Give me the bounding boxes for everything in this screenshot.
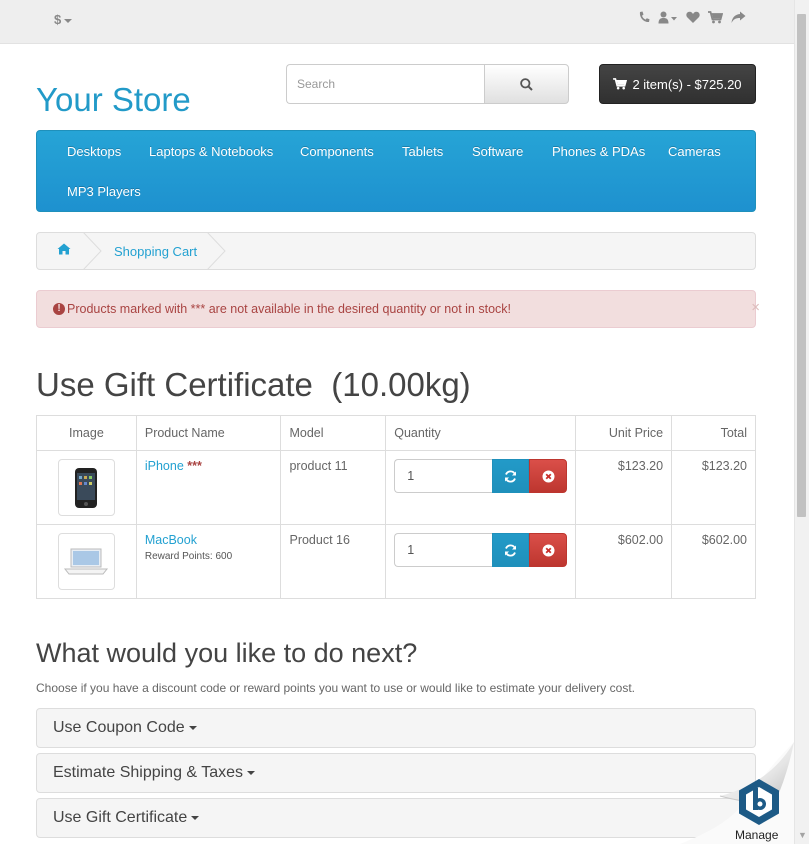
cart-total-label: 2 item(s) - $725.20: [632, 76, 742, 92]
quantity-group: [394, 459, 568, 493]
model-cell: product 11: [280, 450, 387, 525]
remove-item-button[interactable]: [529, 459, 568, 493]
panel-title-text: Use Gift Certificate: [53, 809, 188, 826]
manage-logo-icon: [739, 779, 779, 825]
total-cell: $123.20: [671, 450, 756, 525]
column-header-unit-price: Unit Price: [575, 415, 673, 451]
category-menu: Desktops Laptops & Notebooks Components …: [36, 130, 756, 212]
cart-button[interactable]: 2 item(s) - $725.20: [599, 64, 756, 104]
remove-circle-icon: [542, 470, 555, 482]
column-header-image: Image: [36, 415, 137, 451]
currency-dropdown[interactable]: $: [54, 12, 73, 27]
panel-title-text: Use Coupon Code: [53, 719, 185, 736]
panel-gift-certificate[interactable]: Use Gift Certificate: [36, 798, 756, 838]
column-header-total: Total: [671, 415, 756, 451]
panel-shipping-taxes[interactable]: Estimate Shipping & Taxes: [36, 753, 756, 793]
manage-label: Manage: [735, 828, 779, 842]
close-icon[interactable]: ×: [751, 299, 760, 316]
exclamation-circle-icon: !: [53, 303, 65, 315]
reward-points: Reward Points: 600: [144, 551, 233, 562]
scrollbar[interactable]: ▼: [794, 0, 809, 844]
menu-item-phones[interactable]: Phones & PDAs: [552, 144, 645, 159]
quantity-input[interactable]: [394, 459, 493, 493]
unit-price-cell: $602.00: [575, 524, 673, 599]
menu-item-components[interactable]: Components: [300, 144, 374, 159]
quantity-cell: [385, 450, 577, 525]
panel-title: Use Coupon Code: [53, 719, 197, 737]
scrollbar-thumb[interactable]: [797, 14, 806, 517]
quantity-input[interactable]: [394, 533, 493, 567]
product-image-cell: [36, 450, 137, 525]
product-name-cell: iPhone ***: [135, 450, 282, 525]
currency-symbol: $: [54, 12, 62, 27]
quantity-group: [394, 533, 568, 567]
column-header-product-name: Product Name: [135, 415, 282, 451]
section-title: What would you like to do next?: [36, 638, 418, 668]
update-quantity-button[interactable]: [492, 533, 530, 567]
search-icon: [520, 77, 533, 91]
table-row: MacBook Reward Points: 600 Product 16 $6…: [36, 524, 756, 599]
product-image-cell: [36, 524, 137, 599]
panel-title: Use Gift Certificate: [53, 809, 200, 827]
remove-circle-icon: [542, 544, 555, 556]
user-icon[interactable]: [658, 11, 678, 27]
caret-down-icon: [247, 770, 256, 775]
quantity-cell: [385, 524, 577, 599]
remove-item-button[interactable]: [529, 533, 568, 567]
update-quantity-button[interactable]: [492, 459, 530, 493]
cart-icon[interactable]: [708, 11, 724, 27]
panel-title-text: Estimate Shipping & Taxes: [53, 764, 244, 781]
manage-widget[interactable]: Manage: [680, 742, 794, 844]
caret-down-icon: [188, 725, 197, 730]
menu-item-mp3-players[interactable]: MP3 Players: [67, 184, 141, 199]
store-logo[interactable]: Your Store: [36, 81, 191, 119]
product-name-cell: MacBook Reward Points: 600: [135, 524, 282, 599]
table-header-row: Image Product Name Model Quantity Unit P…: [36, 415, 756, 451]
model-cell: Product 16: [280, 524, 387, 599]
chevron-down-icon: [64, 18, 73, 23]
breadcrumb: Shopping Cart: [36, 232, 756, 270]
product-image-iphone[interactable]: [57, 459, 115, 516]
section-description: Choose if you have a discount code or re…: [36, 681, 635, 695]
column-header-model: Model: [280, 415, 387, 451]
heart-icon[interactable]: [686, 11, 700, 27]
search-button[interactable]: [484, 64, 569, 104]
menu-item-laptops[interactable]: Laptops & Notebooks: [149, 144, 273, 159]
breadcrumb-shopping-cart[interactable]: Shopping Cart: [114, 244, 197, 259]
top-bar: $: [0, 0, 794, 44]
out-of-stock-mark: ***: [187, 459, 202, 473]
breadcrumb-separator: [83, 232, 102, 270]
stock-alert: ! Products marked with *** are not avail…: [36, 290, 760, 328]
cart-icon: [613, 78, 628, 90]
menu-item-cameras[interactable]: Cameras: [668, 144, 721, 159]
refresh-icon: [505, 544, 517, 556]
cart-table: Image Product Name Model Quantity Unit P…: [36, 415, 756, 599]
home-icon[interactable]: [57, 243, 71, 258]
search-group: [286, 64, 569, 104]
column-header-quantity: Quantity: [385, 415, 577, 451]
menu-item-desktops[interactable]: Desktops: [67, 144, 121, 159]
alert-message: Products marked with *** are not availab…: [67, 302, 511, 316]
refresh-icon: [505, 470, 517, 482]
breadcrumb-separator: [207, 232, 226, 270]
menu-item-tablets[interactable]: Tablets: [402, 144, 443, 159]
menu-item-software[interactable]: Software: [472, 144, 523, 159]
caret-down-icon: [191, 815, 200, 820]
table-row: iPhone *** product 11 $123.20 $123.20: [36, 450, 756, 525]
page-title: Use Gift Certificate (10.00kg): [36, 366, 471, 403]
unit-price-cell: $123.20: [575, 450, 673, 525]
phone-icon[interactable]: [638, 11, 650, 27]
top-links: [638, 11, 746, 27]
panel-coupon-code[interactable]: Use Coupon Code: [36, 708, 756, 748]
search-input[interactable]: [286, 64, 485, 104]
product-link-iphone[interactable]: iPhone: [145, 459, 184, 473]
share-icon[interactable]: [731, 11, 746, 27]
product-image-macbook[interactable]: [57, 533, 115, 590]
total-cell: $602.00: [671, 524, 756, 599]
product-link-macbook[interactable]: MacBook: [145, 533, 197, 547]
panel-title: Estimate Shipping & Taxes: [53, 764, 256, 782]
scroll-down-arrow-icon[interactable]: ▼: [798, 830, 807, 840]
